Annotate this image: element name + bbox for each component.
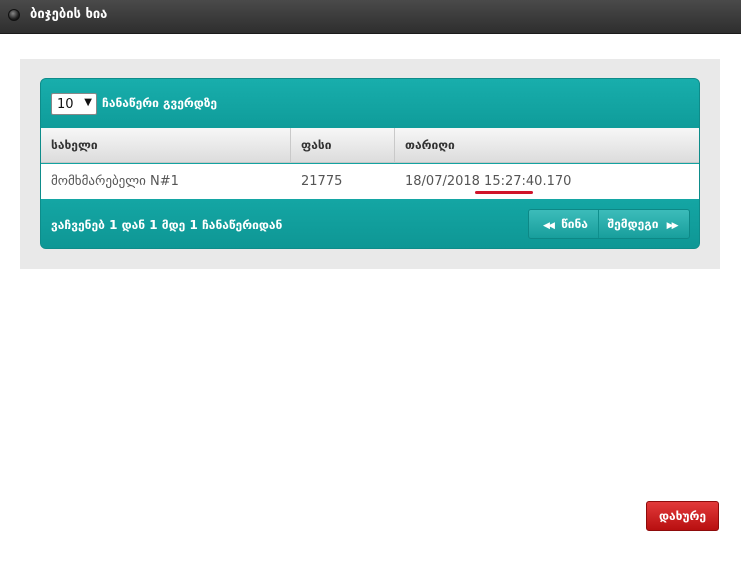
column-header-price[interactable]: ფასი xyxy=(291,128,395,163)
double-chevron-right-icon: ▶▶ xyxy=(666,221,679,231)
chevron-down-icon: ▼ xyxy=(84,97,92,108)
next-page-label: შემდეგი xyxy=(607,217,659,231)
per-page-value: 10 xyxy=(57,97,74,112)
data-grid: 10 ▼ ჩანაწერი გვერდზე სახელი ფასი თარიღი… xyxy=(40,78,700,249)
dialog-body: 10 ▼ ჩანაწერი გვერდზე სახელი ფასი თარიღი… xyxy=(0,35,741,585)
grid-container: 10 ▼ ჩანაწერი გვერდზე სახელი ფასი თარიღი… xyxy=(20,59,720,269)
pagination: ◀◀ წინა შემდეგი ▶▶ xyxy=(528,209,690,239)
window-titlebar: ბიჯების ხია xyxy=(0,0,741,34)
annotation-underline xyxy=(475,191,533,194)
cell-price: 21775 xyxy=(301,174,343,189)
close-button[interactable]: დახურე xyxy=(646,501,719,531)
next-page-button[interactable]: შემდეგი ▶▶ xyxy=(599,210,689,238)
cell-date: 18/07/2018 15:27:40.170 xyxy=(405,174,572,189)
cell-name: მომხმარებელი N#1 xyxy=(51,174,179,189)
grid-footer: ვაჩვენებ 1 დან 1 მდე 1 ჩანაწერიდან ◀◀ წი… xyxy=(41,199,699,248)
per-page-label: ჩანაწერი გვერდზე xyxy=(102,96,218,110)
column-header-name[interactable]: სახელი xyxy=(41,128,291,163)
records-info: ვაჩვენებ 1 დან 1 მდე 1 ჩანაწერიდან xyxy=(51,218,283,232)
double-chevron-left-icon: ◀◀ xyxy=(543,221,555,231)
grid-toolbar: 10 ▼ ჩანაწერი გვერდზე xyxy=(41,79,699,128)
table-row[interactable]: მომხმარებელი N#1 21775 18/07/2018 15:27:… xyxy=(41,164,699,199)
window-title: ბიჯების ხია xyxy=(30,7,108,22)
prev-page-button[interactable]: ◀◀ წინა xyxy=(529,210,599,238)
per-page-select[interactable]: 10 ▼ xyxy=(51,93,97,115)
window-icon xyxy=(8,9,20,21)
column-header-date[interactable]: თარიღი xyxy=(395,128,699,163)
table-header: სახელი ფასი თარიღი xyxy=(41,128,699,163)
prev-page-label: წინა xyxy=(561,217,588,231)
